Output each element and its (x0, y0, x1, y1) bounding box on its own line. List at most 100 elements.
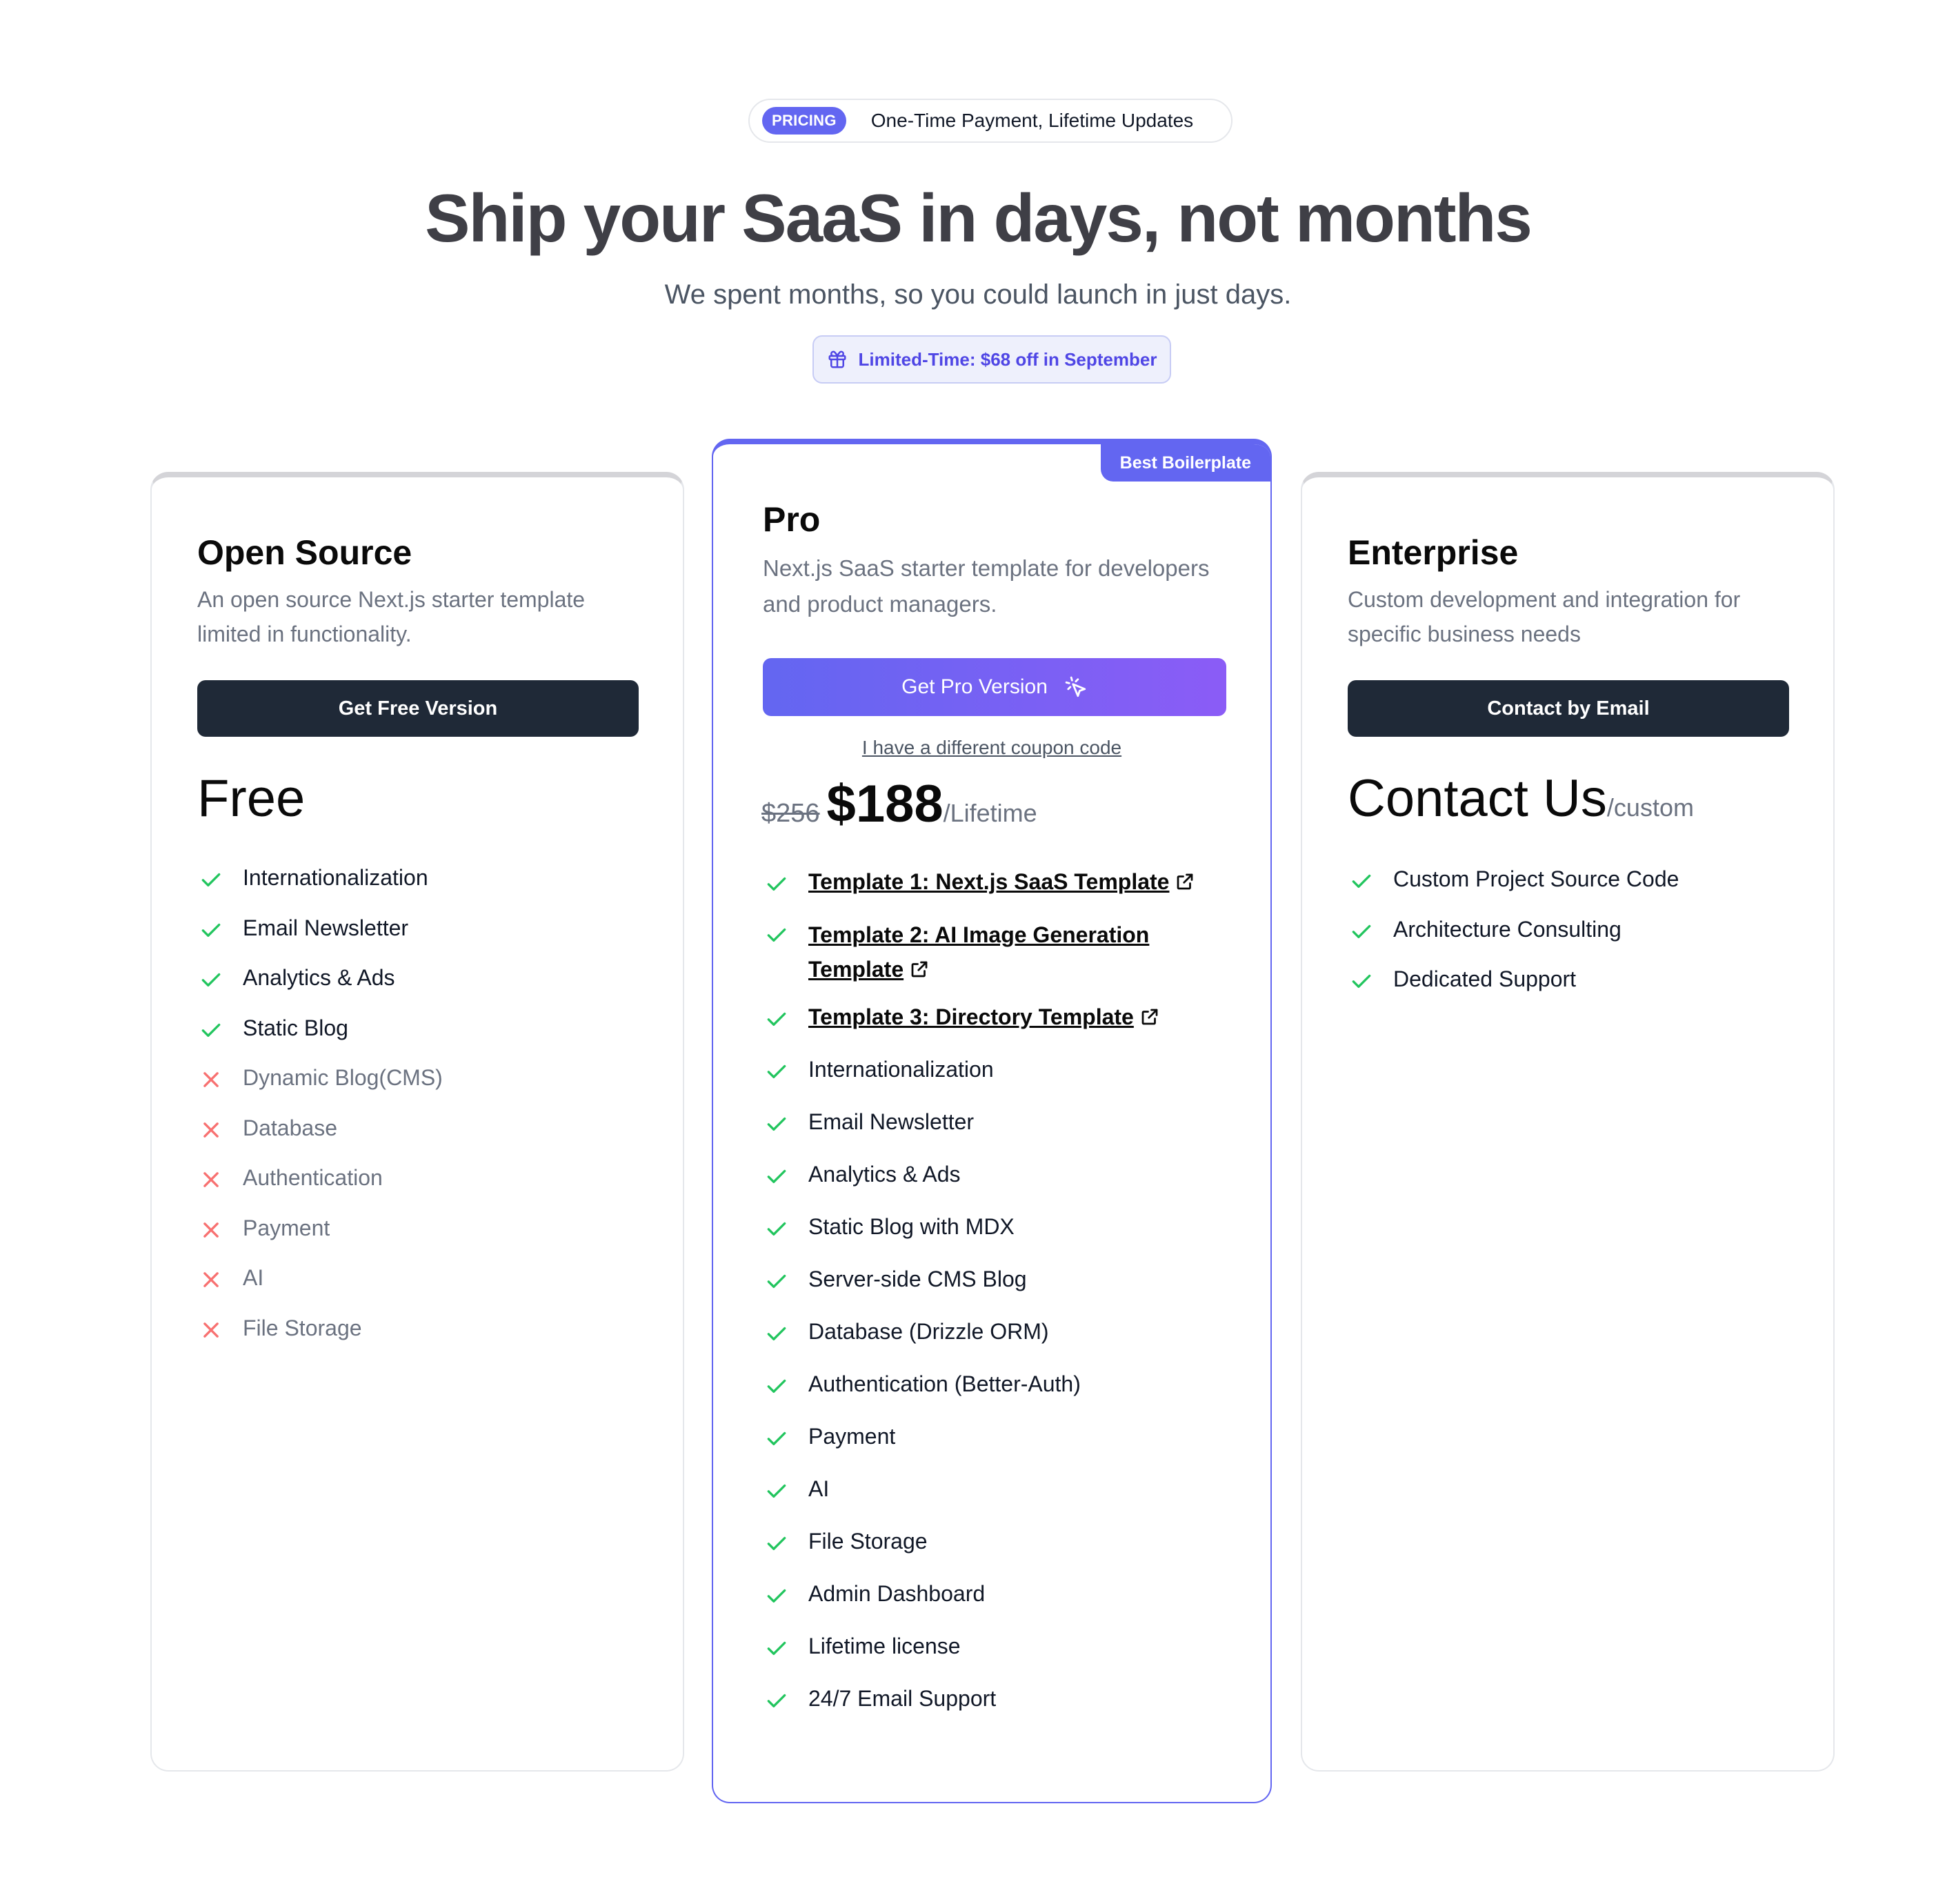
feature-label: File Storage (808, 1529, 928, 1554)
feature-item: AI (763, 1476, 1246, 1529)
feature-item: Analytics & Ads (763, 1162, 1246, 1214)
price-unit: /Lifetime (943, 799, 1037, 827)
price-value: $188 (826, 775, 944, 833)
price-value: Free (197, 769, 306, 828)
best-boilerplate-ribbon: Best Boilerplate (1100, 444, 1270, 482)
feature-item: Payment (763, 1424, 1246, 1476)
plan-title: Open Source (197, 533, 412, 572)
check-icon (767, 1222, 786, 1236)
check-icon (767, 1274, 786, 1288)
feature-item: Architecture Consulting (1348, 917, 1679, 967)
feature-label: Internationalization (243, 865, 428, 890)
plan-description: Next.js SaaS starter template for develo… (763, 555, 1210, 617)
feature-label: Lifetime license (808, 1634, 961, 1658)
feature-label: Email Newsletter (243, 915, 409, 940)
template-item: Template 2: AI Image Generation Template (763, 918, 1246, 1004)
plan-title: Pro (763, 500, 821, 539)
pricing-badge: PRICING (762, 107, 846, 135)
pricing-pill: PRICING One-Time Payment, Lifetime Updat… (748, 99, 1233, 143)
price-value: Contact Us (1348, 769, 1607, 828)
cross-icon (203, 1072, 219, 1087)
check-icon (767, 1169, 786, 1183)
pricing-tagline: One-Time Payment, Lifetime Updates (870, 110, 1194, 131)
feature-item: Dedicated Support (1348, 966, 1679, 1017)
plan-price: $256 $188 /Lifetime (761, 774, 1037, 834)
coupon-code-link[interactable]: I have a different coupon code (713, 737, 1270, 759)
feature-item: Static Blog (197, 1015, 443, 1066)
feature-label: Payment (808, 1424, 896, 1449)
check-icon (201, 973, 221, 986)
original-price: $256 (761, 799, 820, 828)
check-icon (767, 1536, 786, 1550)
feature-label: Authentication (243, 1165, 383, 1190)
template-link[interactable]: Template 2: AI Image Generation Template (808, 922, 1149, 982)
feature-label: Database (243, 1115, 337, 1140)
feature-item: Admin Dashboard (763, 1581, 1246, 1634)
feature-label: Database (Drizzle ORM) (808, 1319, 1049, 1344)
check-icon (767, 1694, 786, 1707)
check-icon (201, 1023, 221, 1037)
check-icon (1352, 974, 1371, 988)
plan-card-enterprise: Enterprise Custom development and integr… (1301, 472, 1835, 1772)
feature-item: Authentication (Better-Auth) (763, 1371, 1246, 1424)
feature-label: Internationalization (808, 1057, 994, 1082)
plan-description: Custom development and integration for s… (1348, 587, 1741, 646)
feature-list: Internationalization Email Newsletter Anal… (197, 865, 443, 1365)
feature-item: Server-side CMS Blog (763, 1267, 1246, 1319)
check-icon (201, 873, 221, 886)
feature-label: Authentication (Better-Auth) (808, 1371, 1081, 1396)
template-item: Template 3: Directory Template (763, 1004, 1246, 1057)
feature-label: Server-side CMS Blog (808, 1267, 1027, 1291)
feature-label: Email Newsletter (808, 1109, 975, 1134)
feature-label: Analytics & Ads (808, 1162, 961, 1187)
check-icon (767, 1379, 786, 1393)
feature-label: Dynamic Blog(CMS) (243, 1065, 443, 1090)
feature-label: Static Blog (243, 1015, 348, 1040)
feature-item: Static Blog with MDX (763, 1214, 1246, 1267)
gift-icon (828, 350, 846, 368)
external-link-icon (911, 961, 928, 978)
feature-label: AI (808, 1476, 830, 1501)
feature-item: Lifetime license (763, 1634, 1246, 1686)
feature-item: Authentication (197, 1165, 443, 1216)
feature-label: Static Blog with MDX (808, 1214, 1015, 1239)
feature-item: Dynamic Blog(CMS) (197, 1065, 443, 1115)
feature-label: Custom Project Source Code (1393, 866, 1679, 891)
feature-list: Custom Project Source Code Architecture C… (1348, 866, 1679, 1017)
contact-by-email-button[interactable]: Contact by Email (1348, 680, 1789, 737)
sparkle-cursor-icon (1065, 676, 1086, 697)
feature-label: Admin Dashboard (808, 1581, 986, 1606)
page-subtitle: We spent months, so you could launch in … (664, 279, 1292, 310)
plan-price: Free (197, 768, 305, 829)
check-icon (1352, 924, 1371, 938)
feature-item: Internationalization (763, 1057, 1246, 1109)
check-icon (201, 923, 221, 937)
cross-icon (203, 1222, 219, 1238)
feature-item: Email Newsletter (197, 915, 443, 966)
check-icon (767, 1589, 786, 1603)
feature-label: Architecture Consulting (1393, 916, 1621, 942)
feature-item: Database (197, 1115, 443, 1166)
plan-card-pro: Best Boilerplate Pro Next.js SaaS starte… (712, 439, 1272, 1803)
template-link[interactable]: Template 1: Next.js SaaS Template (808, 869, 1169, 894)
feature-item: File Storage (763, 1529, 1246, 1581)
check-icon (767, 1012, 786, 1026)
get-free-version-button[interactable]: Get Free Version (197, 680, 639, 737)
get-pro-version-button[interactable]: Get Pro Version (763, 658, 1226, 716)
feature-item: Payment (197, 1216, 443, 1266)
feature-item: Custom Project Source Code (1348, 866, 1679, 917)
cross-icon (203, 1172, 219, 1187)
feature-item: Internationalization (197, 865, 443, 915)
check-icon (767, 1431, 786, 1445)
feature-item: Email Newsletter (763, 1109, 1246, 1162)
check-icon (767, 1641, 786, 1655)
check-icon (767, 1117, 786, 1131)
feature-label: File Storage (243, 1315, 362, 1340)
feature-item: Database (Drizzle ORM) (763, 1319, 1246, 1371)
feature-label: Analytics & Ads (243, 965, 395, 990)
plan-title: Enterprise (1348, 533, 1519, 572)
feature-list: Template 1: Next.js SaaS Template Templat… (763, 869, 1246, 1738)
template-link[interactable]: Template 3: Directory Template (808, 1004, 1134, 1029)
external-link-icon (1177, 873, 1193, 890)
page-title: Ship your SaaS in days, not months (425, 180, 1533, 256)
